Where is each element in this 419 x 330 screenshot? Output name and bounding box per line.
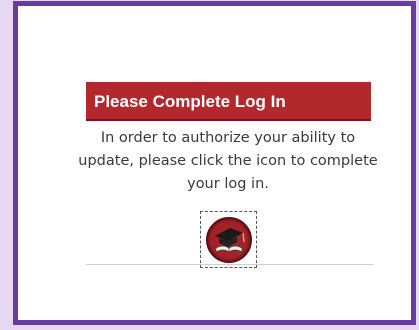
divider xyxy=(86,264,373,265)
login-instructions: In order to authorize your ability to up… xyxy=(78,130,378,192)
login-icon-button[interactable] xyxy=(200,211,257,268)
login-frame: Please Complete Log In In order to autho… xyxy=(13,1,416,325)
login-title-banner: Please Complete Log In xyxy=(86,82,371,121)
graduation-cap-book-icon xyxy=(205,216,252,263)
